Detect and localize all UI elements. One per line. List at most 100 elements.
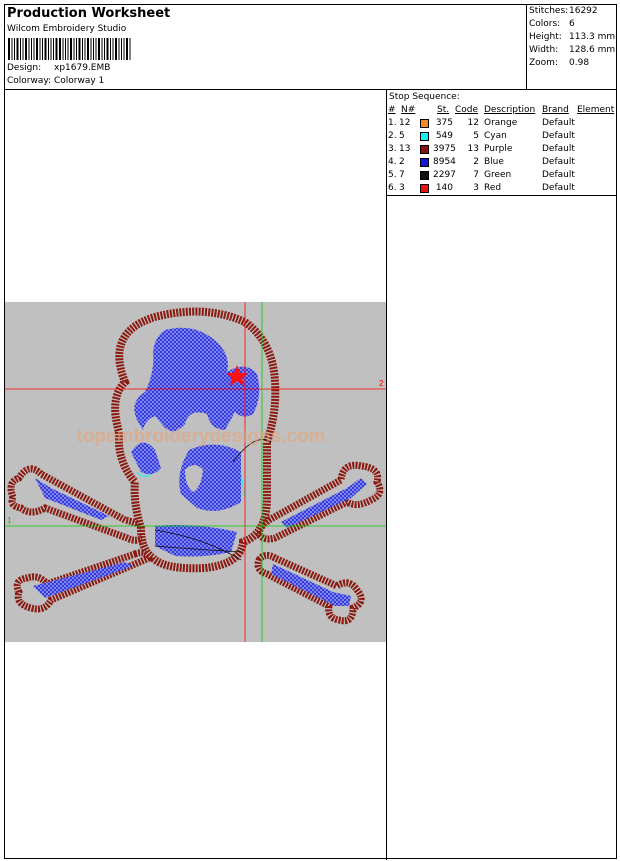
color-swatch (420, 145, 429, 154)
barcode-bar (42, 38, 43, 60)
barcode-bar (98, 38, 100, 60)
barcode-bar (95, 38, 97, 60)
row-stitches: 8954 (433, 157, 456, 167)
design-value: xp1679.EMB (54, 63, 111, 73)
col-header-element: Element (577, 105, 615, 115)
barcode-bar (118, 38, 120, 60)
barcode-bar (31, 38, 32, 60)
barcode-bar (101, 38, 103, 60)
watermark: topembroiderydesigns.com (76, 426, 325, 447)
barcode-bar (33, 38, 35, 60)
row-description: Red (484, 183, 502, 193)
color-swatch (420, 158, 429, 167)
row-needle: 12 (399, 118, 411, 128)
col-header-code: Code (455, 105, 479, 115)
row-stitches: 3975 (433, 144, 456, 154)
row-stitches: 2297 (433, 170, 456, 180)
barcode-bar (39, 38, 41, 60)
row-index: 5. (388, 170, 397, 180)
col-header-brand: Brand (542, 105, 569, 115)
row-stitches: 140 (435, 183, 453, 193)
colorway-label: Colorway: (7, 76, 52, 86)
row-needle: 13 (399, 144, 411, 154)
stat-width: Width: 128.6 mm (529, 45, 616, 55)
stats-panel: Stitches:16292 Colors: 6 Height: 113.3 mm … (526, 5, 617, 89)
row-needle: 5 (399, 131, 405, 141)
barcode-bar (84, 38, 86, 60)
barcode-bar (126, 38, 128, 60)
row-index: 1. (388, 118, 397, 128)
row-code: 3 (473, 183, 479, 193)
color-swatch (420, 132, 429, 141)
color-swatch (420, 184, 429, 193)
color-swatch (420, 119, 429, 128)
stat-stitches: Stitches:16292 (529, 6, 598, 16)
row-brand: Default (542, 157, 575, 167)
barcode-bar (8, 38, 10, 60)
row-description: Cyan (484, 131, 507, 141)
stat-zoom: Zoom: 0.98 (529, 58, 590, 68)
col-header-description: Description (484, 105, 536, 115)
barcode-bar (67, 38, 69, 60)
barcode-bar (11, 38, 13, 60)
worksheet: Production Worksheet Wilcom Embroidery S… (4, 4, 617, 860)
barcode-bar (112, 38, 114, 60)
barcode-bar (82, 38, 83, 60)
row-index: 2. (388, 131, 397, 141)
barcode-bar (50, 38, 52, 60)
row-needle: 3 (399, 183, 405, 193)
colorway-row: Colorway: Colorway 1 (7, 76, 104, 86)
barcode-bar (20, 38, 21, 60)
barcode-bar (36, 38, 38, 60)
barcode-bar (73, 38, 75, 60)
bone-upper-right (252, 461, 384, 543)
stat-height: Height: 113.3 mm (529, 32, 616, 42)
barcode-bar (78, 38, 81, 60)
barcode-bar (14, 38, 15, 60)
barcode-bar (48, 38, 49, 60)
row-index: 6. (388, 183, 397, 193)
design-label: Design: (7, 63, 42, 73)
barcode-bar (76, 38, 77, 60)
barcode-bar (87, 38, 89, 60)
design-row: Design: xp1679.EMB (7, 63, 110, 73)
barcode (8, 38, 131, 60)
barcode-bar (93, 38, 94, 60)
barcode-bar (59, 38, 61, 60)
row-needle: 2 (399, 157, 405, 167)
barcode-bar (44, 38, 47, 60)
barcode-bar (123, 38, 125, 60)
barcode-bar (25, 38, 27, 60)
row-stitches: 549 (435, 131, 453, 141)
barcode-bar (90, 38, 92, 60)
embroidery-design-canvas: topembroiderydesigns.com 2 1 (5, 302, 386, 642)
row-needle: 7 (399, 170, 405, 180)
row-index: 3. (388, 144, 397, 154)
row-description: Orange (484, 118, 518, 128)
barcode-bar (55, 38, 58, 60)
company-name: Wilcom Embroidery Studio (7, 24, 127, 34)
barcode-bar (121, 38, 122, 60)
col-header-stitches: St. (437, 105, 450, 115)
col-header-index: # (388, 105, 396, 115)
barcode-bar (129, 38, 131, 60)
barcode-bar (62, 38, 64, 60)
row-stitches: 375 (435, 118, 453, 128)
barcode-bar (104, 38, 105, 60)
barcode-bar (70, 38, 72, 60)
barcode-bar (22, 38, 24, 60)
barcode-bar (53, 38, 54, 60)
row-description: Green (484, 170, 512, 180)
header: Production Worksheet Wilcom Embroidery S… (5, 5, 616, 90)
color-swatch (420, 171, 429, 180)
row-brand: Default (542, 118, 575, 128)
row-brand: Default (542, 131, 575, 141)
row-description: Purple (484, 144, 513, 154)
colorway-value: Colorway 1 (54, 76, 105, 86)
barcode-bar (110, 38, 111, 60)
guide-label-1: 1 (7, 516, 12, 525)
column-divider (386, 89, 387, 860)
stop-sequence-table: Stop Sequence: # N# St. Code Description… (387, 89, 616, 196)
row-brand: Default (542, 183, 575, 193)
row-brand: Default (542, 144, 575, 154)
